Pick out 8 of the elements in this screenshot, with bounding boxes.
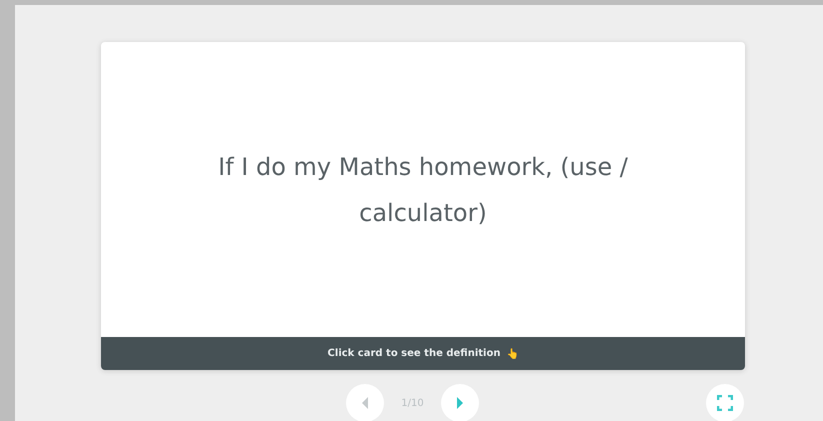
hint-text: Click card to see the definition	[328, 348, 500, 359]
flashcard[interactable]: If I do my Maths homework, (use / calculator) Click card to see the definition 👆	[101, 42, 745, 370]
fullscreen-icon[interactable]	[706, 384, 744, 421]
right-triangle-icon	[455, 396, 465, 410]
card-term: If I do my Maths homework, (use / calculator)	[217, 152, 629, 228]
hand-pointer-icon: 👆	[506, 348, 518, 360]
left-triangle-icon	[360, 396, 370, 410]
next-button[interactable]	[441, 384, 479, 421]
